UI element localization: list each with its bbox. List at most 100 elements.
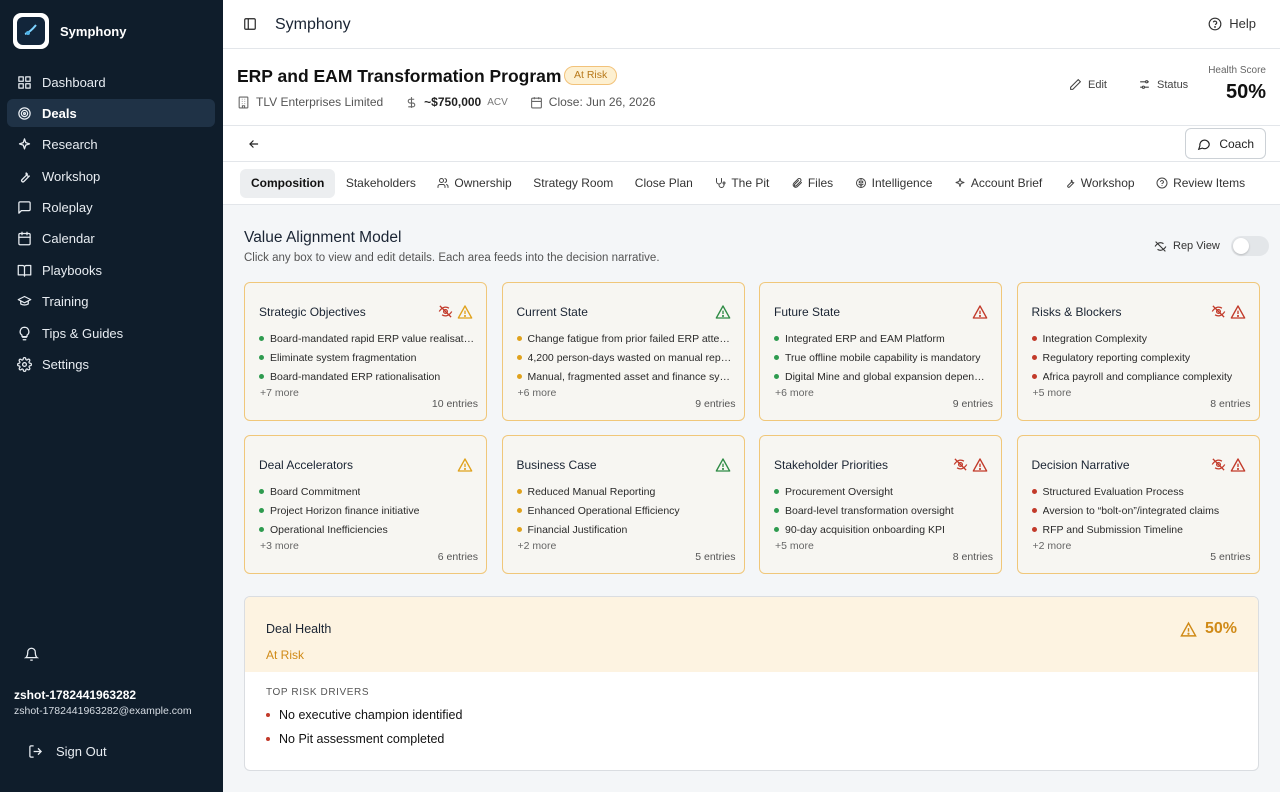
- sidebar-item-settings[interactable]: Settings: [7, 351, 215, 379]
- tab-label: Account Brief: [970, 176, 1043, 190]
- sidebar-item-training[interactable]: Training: [7, 288, 215, 316]
- card-items: Change fatigue from prior failed ERP att…: [516, 329, 733, 387]
- tab-intelligence[interactable]: Intelligence: [844, 169, 944, 198]
- sign-out-button[interactable]: Sign Out: [28, 744, 107, 759]
- sidebar-item-roleplay[interactable]: Roleplay: [7, 194, 215, 222]
- sidebar-item-deals[interactable]: Deals: [7, 99, 215, 128]
- tab-close-plan[interactable]: Close Plan: [624, 169, 704, 198]
- rep-view-toggle[interactable]: Rep View: [1154, 236, 1269, 256]
- card-status-icons: [1211, 304, 1246, 320]
- card-items: Reduced Manual Reporting Enhanced Operati…: [516, 482, 733, 540]
- card-business-case[interactable]: Business Case Reduced Manual Reporting Enh…: [501, 435, 745, 574]
- card-status-icons: [1211, 457, 1246, 473]
- card-title: Business Case: [516, 458, 597, 472]
- sidebar-item-calendar[interactable]: Calendar: [7, 225, 215, 253]
- calendar-icon: [18, 232, 31, 246]
- card-status-icons: [715, 304, 731, 320]
- back-arrow-icon[interactable]: [247, 137, 261, 151]
- warning-icon: [1230, 305, 1245, 319]
- more-link[interactable]: +2 more: [518, 540, 557, 552]
- tab-strategy-room[interactable]: Strategy Room: [522, 169, 624, 198]
- sliders-icon: [1140, 80, 1149, 89]
- tab-label: Review Items: [1173, 176, 1246, 190]
- coach-button[interactable]: Coach: [1185, 128, 1266, 159]
- tab-label: Files: [807, 176, 834, 190]
- card-deal-accelerators[interactable]: Deal Accelerators Board Commitment Project…: [244, 435, 487, 574]
- close-date: Close: Jun 26, 2026: [548, 95, 656, 109]
- help-button[interactable]: Help: [1208, 16, 1256, 31]
- card-items: Integrated ERP and EAM Platform True offl…: [774, 329, 990, 387]
- eye-off-icon: [953, 458, 968, 471]
- deal-header: ERP and EAM Transformation Program At Ri…: [223, 49, 1280, 126]
- sidebar-item-label: Workshop: [42, 168, 101, 184]
- card-item-text: RFP and Submission Timeline: [1042, 523, 1183, 536]
- sidebar-item-label: Tips & Guides: [42, 325, 124, 341]
- warning-icon: [715, 305, 730, 319]
- more-link[interactable]: +3 more: [260, 540, 299, 552]
- list-item: Enhanced Operational Efficiency: [516, 501, 733, 520]
- sidebar-item-tips-guides[interactable]: Tips & Guides: [7, 319, 215, 347]
- help-label: Help: [1229, 16, 1256, 31]
- deal-health-title: Deal Health: [266, 622, 332, 636]
- status-badge: At Risk: [564, 66, 618, 85]
- card-stakeholder-priorities[interactable]: Stakeholder Priorities Procurement Oversi…: [759, 435, 1002, 574]
- bell-icon[interactable]: [24, 647, 39, 662]
- coach-label: Coach: [1219, 136, 1254, 151]
- tab-label: Stakeholders: [345, 176, 416, 190]
- card-item-text: Reduced Manual Reporting: [527, 485, 656, 498]
- status-button[interactable]: Status: [1138, 78, 1188, 91]
- list-item: Structured Evaluation Process: [1031, 482, 1248, 501]
- sidebar-item-workshop[interactable]: Workshop: [7, 162, 215, 190]
- sidebar-item-dashboard[interactable]: Dashboard: [7, 68, 215, 96]
- sidebar-item-playbooks[interactable]: Playbooks: [7, 256, 215, 284]
- section-subtitle: Click any box to view and edit details. …: [244, 252, 660, 264]
- card-risks-blockers[interactable]: Risks & Blockers Integration Complexity Re…: [1016, 282, 1260, 421]
- dollar-icon: [407, 96, 416, 108]
- card-item-text: Integration Complexity: [1042, 332, 1147, 345]
- sidebar-toggle-icon[interactable]: [243, 17, 257, 31]
- card-future-state[interactable]: Future State Integrated ERP and EAM Platf…: [759, 282, 1002, 421]
- tab-stakeholders[interactable]: Stakeholders: [335, 169, 427, 198]
- logout-icon: [29, 745, 43, 758]
- users-icon: [437, 178, 449, 188]
- page-header-title: Symphony: [275, 16, 351, 33]
- more-link[interactable]: +5 more: [1033, 387, 1072, 399]
- more-link[interactable]: +6 more: [775, 387, 814, 399]
- tab-account-brief[interactable]: Account Brief: [943, 169, 1053, 198]
- card-item-text: Procurement Oversight: [785, 485, 893, 498]
- edit-button[interactable]: Edit: [1069, 78, 1107, 91]
- list-item: Manual, fragmented asset and finance sys…: [516, 367, 733, 386]
- list-item: Digital Mine and global expansion depend…: [774, 367, 990, 386]
- tab-review-items[interactable]: Review Items: [1145, 169, 1256, 198]
- tab-the-pit[interactable]: The Pit: [703, 169, 780, 198]
- book-icon: [17, 264, 32, 277]
- more-link[interactable]: +6 more: [518, 387, 557, 399]
- card-item-text: True offline mobile capability is mandat…: [785, 351, 981, 364]
- more-link[interactable]: +7 more: [260, 387, 299, 399]
- more-link[interactable]: +5 more: [775, 540, 814, 552]
- sparkle-icon: [955, 178, 965, 187]
- rep-view-switch[interactable]: [1230, 236, 1269, 256]
- user-email: zshot-1782441963282@example.com: [14, 705, 192, 717]
- card-item-text: Enhanced Operational Efficiency: [527, 504, 680, 517]
- brand[interactable]: Symphony: [13, 13, 126, 49]
- tab-workshop[interactable]: Workshop: [1053, 169, 1146, 198]
- list-item: Procurement Oversight: [774, 482, 990, 501]
- sidebar-item-label: Calendar: [42, 231, 95, 247]
- card-current-state[interactable]: Current State Change fatigue from prior f…: [501, 282, 745, 421]
- sidebar-item-label: Playbooks: [42, 262, 102, 278]
- tab-files[interactable]: Files: [780, 169, 844, 198]
- card-title: Decision Narrative: [1031, 458, 1130, 472]
- deal-health-score-value: 50%: [1204, 620, 1237, 637]
- more-link[interactable]: +2 more: [1033, 540, 1072, 552]
- sidebar-item-research[interactable]: Research: [7, 131, 215, 159]
- tab-composition[interactable]: Composition: [240, 168, 336, 198]
- eye-off-icon: [1154, 240, 1167, 252]
- card-status-icons: [438, 304, 473, 320]
- calendar-icon: [530, 96, 542, 108]
- eye-off-icon: [438, 305, 453, 318]
- card-decision-narrative[interactable]: Decision Narrative Structured Evaluation …: [1016, 435, 1260, 574]
- tab-ownership[interactable]: Ownership: [426, 169, 522, 198]
- list-item: Board-mandated rapid ERP value realisati…: [259, 329, 475, 348]
- card-strategic-objectives[interactable]: Strategic Objectives Board-mandated rapid…: [244, 282, 487, 421]
